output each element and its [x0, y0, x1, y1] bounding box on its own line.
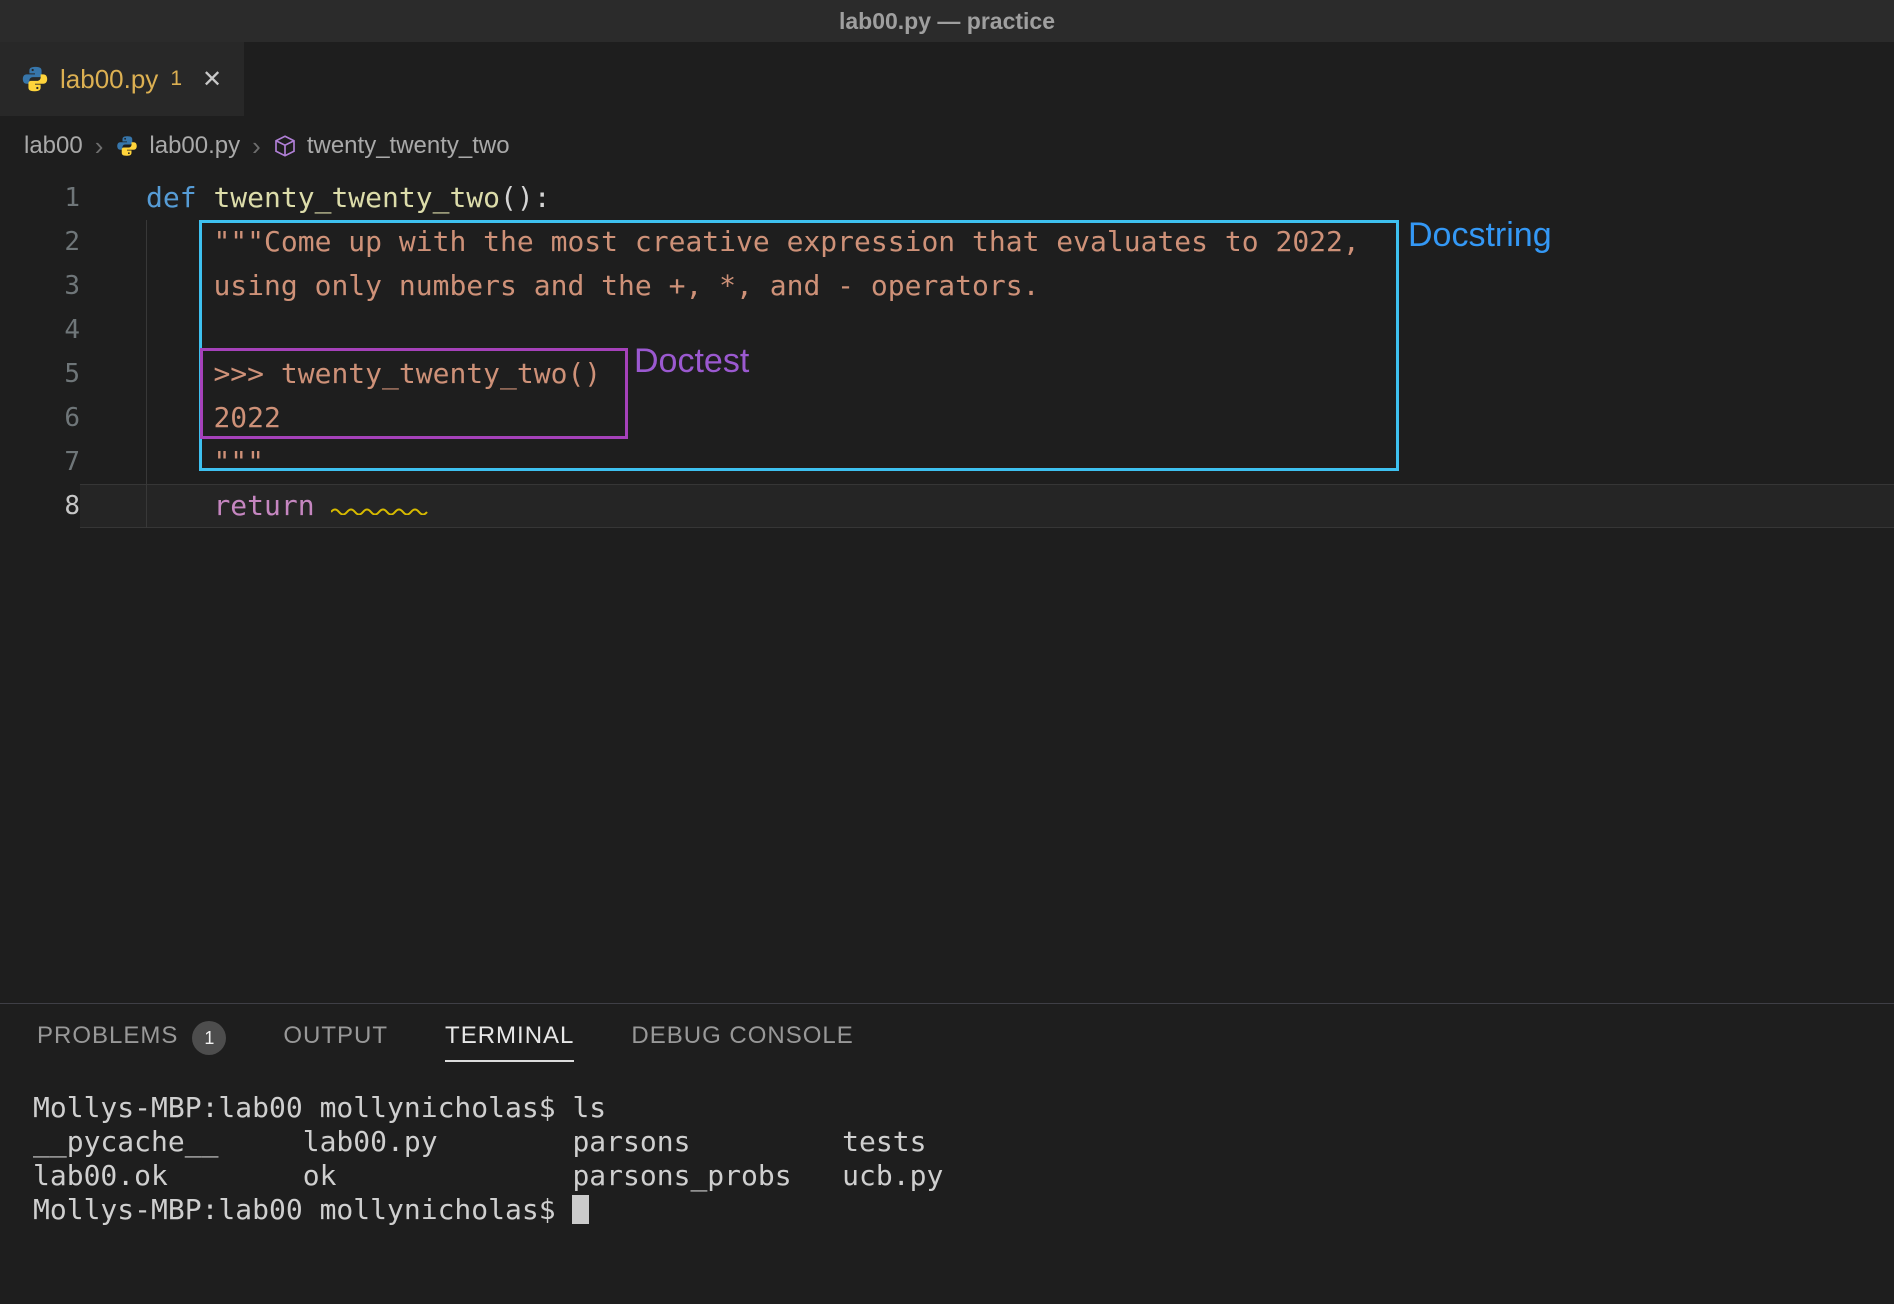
panel-tab-label: OUTPUT [283, 1022, 388, 1062]
tab-label: lab00.py [60, 64, 158, 95]
code-text: def twenty_twenty_two(): [80, 176, 1894, 220]
code-text: 2022 [80, 396, 1894, 440]
vscode-window: lab00.py — practice lab00.py 1 ✕ lab00 ›… [0, 0, 1894, 1304]
window-title: lab00.py — practice [839, 8, 1055, 35]
panel-tab-label: PROBLEMS [37, 1022, 178, 1062]
code-text [80, 308, 1894, 352]
line-number: 3 [0, 264, 80, 308]
code-text: return [80, 484, 1894, 528]
terminal-text: __pycache__ lab00.py parsons tests [33, 1125, 926, 1158]
code-text: using only numbers and the +, *, and - o… [80, 264, 1894, 308]
titlebar: lab00.py — practice [0, 0, 1894, 42]
panel-tab-terminal[interactable]: TERMINAL [445, 1022, 574, 1062]
panel-tab-debug-console[interactable]: DEBUG CONSOLE [631, 1022, 853, 1062]
line-number: 2 [0, 220, 80, 264]
code-line[interactable]: 2 """Come up with the most creative expr… [0, 220, 1894, 264]
close-icon[interactable]: ✕ [202, 65, 222, 94]
editor[interactable]: 1def twenty_twenty_two():2 """Come up wi… [0, 176, 1894, 1003]
panel-tab-label: TERMINAL [445, 1022, 574, 1062]
tab-lab00[interactable]: lab00.py 1 ✕ [0, 42, 244, 116]
code-line[interactable]: 5 >>> twenty_twenty_two() [0, 352, 1894, 396]
breadcrumb: lab00 › lab00.py › twenty_twenty_two [0, 116, 1894, 176]
terminal-line: __pycache__ lab00.py parsons tests [33, 1125, 1894, 1159]
code-line[interactable]: 3 using only numbers and the +, *, and -… [0, 264, 1894, 308]
code-text: """ [80, 440, 1894, 484]
symbol-cube-icon [273, 134, 297, 158]
code-line[interactable]: 7 """ [0, 440, 1894, 484]
line-number: 8 [0, 484, 80, 528]
terminal-text: Mollys-MBP:lab00 mollynicholas$ ls [33, 1091, 606, 1124]
breadcrumb-file[interactable]: lab00.py [149, 132, 240, 160]
terminal-line: lab00.ok ok parsons_probs ucb.py [33, 1159, 1894, 1193]
code-text: """Come up with the most creative expres… [80, 220, 1894, 264]
line-number: 4 [0, 308, 80, 352]
terminal-text: lab00.ok ok parsons_probs ucb.py [33, 1159, 943, 1192]
terminal-line: Mollys-MBP:lab00 mollynicholas$ [33, 1193, 1894, 1227]
warning-squiggle [331, 484, 431, 493]
line-number: 1 [0, 176, 80, 220]
breadcrumb-symbol[interactable]: twenty_twenty_two [307, 132, 510, 160]
chevron-right-icon: › [93, 131, 106, 162]
python-icon [20, 64, 50, 94]
line-number: 6 [0, 396, 80, 440]
python-icon [115, 134, 139, 158]
panel-tab-label: DEBUG CONSOLE [631, 1022, 853, 1062]
code-line[interactable]: 8 return [0, 484, 1894, 528]
terminal-line: Mollys-MBP:lab00 mollynicholas$ ls [33, 1091, 1894, 1125]
code-line[interactable]: 1def twenty_twenty_two(): [0, 176, 1894, 220]
code-text: >>> twenty_twenty_two() [80, 352, 1894, 396]
tab-bar: lab00.py 1 ✕ [0, 42, 1894, 116]
tab-dirty-count: 1 [170, 67, 182, 91]
code-line[interactable]: 6 2022 [0, 396, 1894, 440]
chevron-right-icon: › [250, 131, 263, 162]
panel-tab-output[interactable]: OUTPUT [283, 1022, 388, 1062]
terminal-output[interactable]: Mollys-MBP:lab00 mollynicholas$ ls__pyca… [0, 1080, 1894, 1227]
problems-count-badge: 1 [192, 1021, 226, 1055]
panel-tab-problems[interactable]: PROBLEMS 1 [37, 1021, 226, 1063]
terminal-text: Mollys-MBP:lab00 mollynicholas$ [33, 1193, 572, 1226]
line-number: 7 [0, 440, 80, 484]
bottom-panel: PROBLEMS 1 OUTPUT TERMINAL DEBUG CONSOLE Mol… [0, 1003, 1894, 1304]
breadcrumb-folder[interactable]: lab00 [24, 132, 83, 160]
code-line[interactable]: 4 [0, 308, 1894, 352]
panel-tab-bar: PROBLEMS 1 OUTPUT TERMINAL DEBUG CONSOLE [0, 1004, 1894, 1080]
code-lines: 1def twenty_twenty_two():2 """Come up wi… [0, 176, 1894, 528]
terminal-cursor [572, 1195, 589, 1224]
line-number: 5 [0, 352, 80, 396]
